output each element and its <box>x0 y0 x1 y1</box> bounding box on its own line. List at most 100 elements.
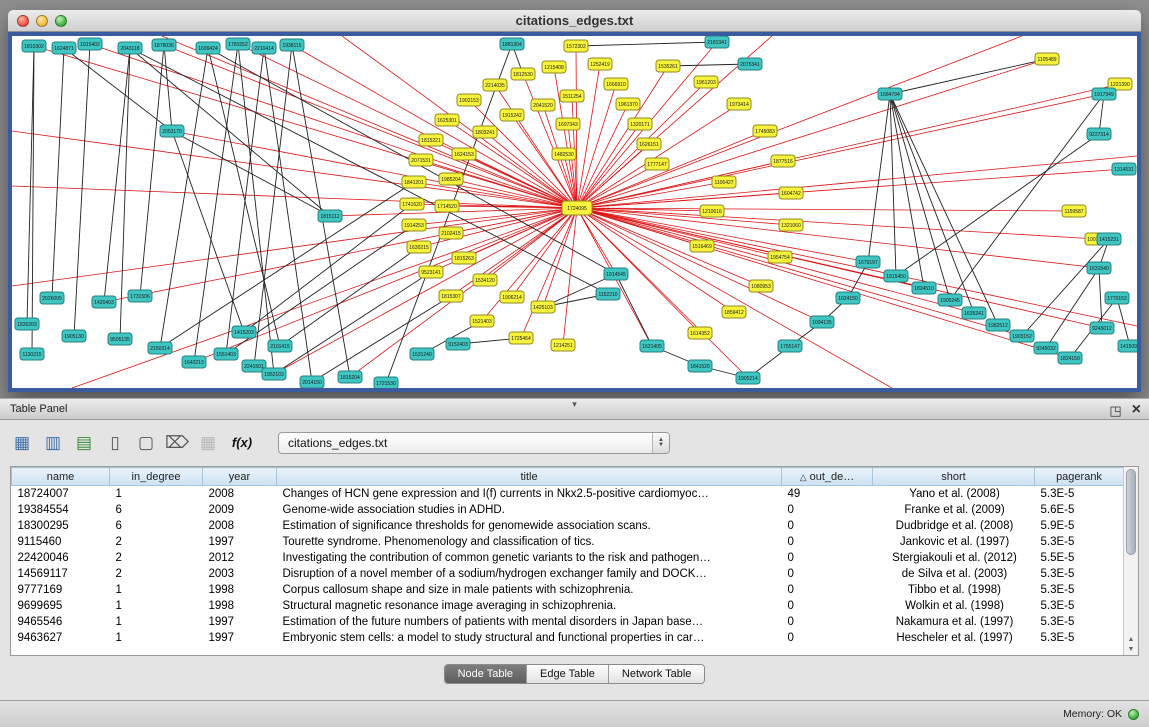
graph-node[interactable]: 1604742 <box>779 187 803 199</box>
scroll-down-icon[interactable]: ▼ <box>1124 646 1138 653</box>
graph-node[interactable]: 1666910 <box>604 78 628 90</box>
table-cell[interactable]: 0 <box>782 598 873 614</box>
graph-edge[interactable] <box>890 59 1047 94</box>
table-cell[interactable]: 5.5E-5 <box>1035 550 1124 566</box>
graph-node[interactable]: 1777147 <box>645 158 669 170</box>
graph-node[interactable]: 1521403 <box>470 315 494 327</box>
column-header-short[interactable]: short <box>873 468 1035 486</box>
table-row[interactable]: 1938455462009Genome-wide association stu… <box>12 502 1124 518</box>
graph-node[interactable]: 2214035 <box>483 79 507 91</box>
graph-node[interactable]: 9245012 <box>1090 322 1114 334</box>
graph-node[interactable]: 1159587 <box>1062 205 1086 217</box>
graph-node[interactable]: 1824510 <box>912 282 936 294</box>
table-cell[interactable]: Changes of HCN gene expression and I(f) … <box>277 486 782 502</box>
graph-edge[interactable] <box>162 36 577 208</box>
table-cell[interactable]: 1 <box>110 582 203 598</box>
graph-node[interactable]: 1905214 <box>736 372 760 384</box>
graph-node[interactable]: 1420403 <box>92 296 116 308</box>
graph-edge[interactable] <box>576 42 717 46</box>
graph-edge[interactable] <box>130 48 608 294</box>
graph-node[interactable]: 1321060 <box>779 219 803 231</box>
graph-node[interactable]: 1624871 <box>52 42 76 54</box>
graph-node[interactable]: 9227314 <box>1087 128 1111 140</box>
graph-node[interactable]: 1215408 <box>542 61 566 73</box>
graph-node[interactable]: 1724095 <box>562 201 592 215</box>
graph-edge[interactable] <box>172 131 577 208</box>
table-cell[interactable]: 0 <box>782 534 873 550</box>
tab-edge-table[interactable]: Edge Table <box>526 665 608 683</box>
table-cell[interactable]: 1 <box>110 630 203 646</box>
graph-node[interactable]: 1815112 <box>318 210 342 222</box>
table-cell[interactable]: Yano et al. (2008) <box>873 486 1035 502</box>
minimize-window-button[interactable] <box>36 15 48 27</box>
graph-node[interactable]: 1535261 <box>656 60 680 72</box>
graph-edge[interactable] <box>264 48 312 382</box>
graph-node[interactable]: 1815204 <box>338 371 362 383</box>
table-cell[interactable]: 9463627 <box>12 630 110 646</box>
column-settings-icon[interactable]: ▦ <box>10 431 34 455</box>
table-cell[interactable]: 1 <box>110 598 203 614</box>
table-cell[interactable]: Hescheler et al. (1997) <box>873 630 1035 646</box>
graph-node[interactable]: 1684794 <box>878 88 902 100</box>
graph-node[interactable]: 2053170 <box>160 125 184 137</box>
table-cell[interactable]: 5.3E-5 <box>1035 630 1124 646</box>
graph-node[interactable]: 1214251 <box>551 339 575 351</box>
table-cell[interactable]: Estimation of the future numbers of pati… <box>277 614 782 630</box>
graph-node[interactable]: 1824150 <box>1058 352 1082 364</box>
graph-node[interactable]: 1679197 <box>856 256 880 268</box>
float-panel-icon[interactable]: ◳ <box>1109 404 1121 417</box>
graph-node[interactable]: 1770153 <box>1105 292 1129 304</box>
graph-node[interactable]: 1697343 <box>556 118 580 130</box>
table-cell[interactable]: 14569117 <box>12 566 110 582</box>
graph-node[interactable]: 1721530 <box>374 377 398 388</box>
graph-node[interactable]: 1803241 <box>473 126 497 138</box>
table-cell[interactable]: 1997 <box>203 534 277 550</box>
edit-table-icon[interactable]: ▤ <box>72 431 96 455</box>
table-cell[interactable]: 2008 <box>203 518 277 534</box>
graph-node[interactable]: 1917349 <box>1092 88 1116 100</box>
table-cell[interactable]: 2 <box>110 550 203 566</box>
column-header-name[interactable]: name <box>12 468 110 486</box>
table-row[interactable]: 1830029562008Estimation of significance … <box>12 518 1124 534</box>
table-cell[interactable]: 0 <box>782 582 873 598</box>
table-cell[interactable]: 2 <box>110 534 203 550</box>
graph-node[interactable]: 1516469 <box>690 240 714 252</box>
table-cell[interactable]: 2012 <box>203 550 277 566</box>
close-window-button[interactable] <box>17 15 29 27</box>
function-builder-icon[interactable]: f(x) <box>227 431 257 455</box>
graph-node[interactable]: 1841520 <box>688 360 712 372</box>
graph-edge[interactable] <box>1022 239 1109 336</box>
graph-node[interactable]: 1024150 <box>836 292 860 304</box>
graph-node[interactable]: 1815221 <box>419 134 443 146</box>
graph-node[interactable]: 1973414 <box>727 98 751 110</box>
graph-node[interactable]: 1903152 <box>1010 330 1034 342</box>
graph-edge[interactable] <box>577 94 1104 208</box>
graph-node[interactable]: 1625301 <box>435 114 459 126</box>
graph-edge[interactable] <box>868 94 890 262</box>
graph-node[interactable]: 1572302 <box>564 40 588 52</box>
graph-edge[interactable] <box>164 45 172 131</box>
graph-edge[interactable] <box>577 169 1124 208</box>
graph-edge[interactable] <box>577 182 724 208</box>
table-cell[interactable]: Wolkin et al. (1998) <box>873 598 1035 614</box>
table-cell[interactable]: Dudbridge et al. (2008) <box>873 518 1035 534</box>
graph-node[interactable]: 1915402 <box>78 38 102 50</box>
graph-node[interactable]: 1511254 <box>560 90 584 102</box>
graph-node[interactable]: 9245032 <box>1034 342 1058 354</box>
graph-edge[interactable] <box>208 48 280 346</box>
graph-node[interactable]: 2210414 <box>252 42 276 54</box>
graph-node[interactable]: 2102415 <box>439 227 463 239</box>
network-selector-dropdown[interactable]: citations_edges.txt ▲▼ <box>278 432 670 454</box>
graph-node[interactable]: 1915450 <box>884 270 908 282</box>
graph-edge[interactable] <box>577 144 649 208</box>
graph-edge[interactable] <box>616 274 652 346</box>
table-cell[interactable]: 6 <box>110 518 203 534</box>
table-cell[interactable]: 5.6E-5 <box>1035 502 1124 518</box>
graph-node[interactable]: 2071531 <box>409 154 433 166</box>
create-column-icon[interactable]: ▢ <box>134 431 158 455</box>
graph-node[interactable]: 1812530 <box>511 68 535 80</box>
graph-node[interactable]: 1741620 <box>400 198 424 210</box>
graph-node[interactable]: 1914253 <box>402 219 426 231</box>
table-cell[interactable]: 2003 <box>203 566 277 582</box>
table-cell[interactable]: Nakamura et al. (1997) <box>873 614 1035 630</box>
